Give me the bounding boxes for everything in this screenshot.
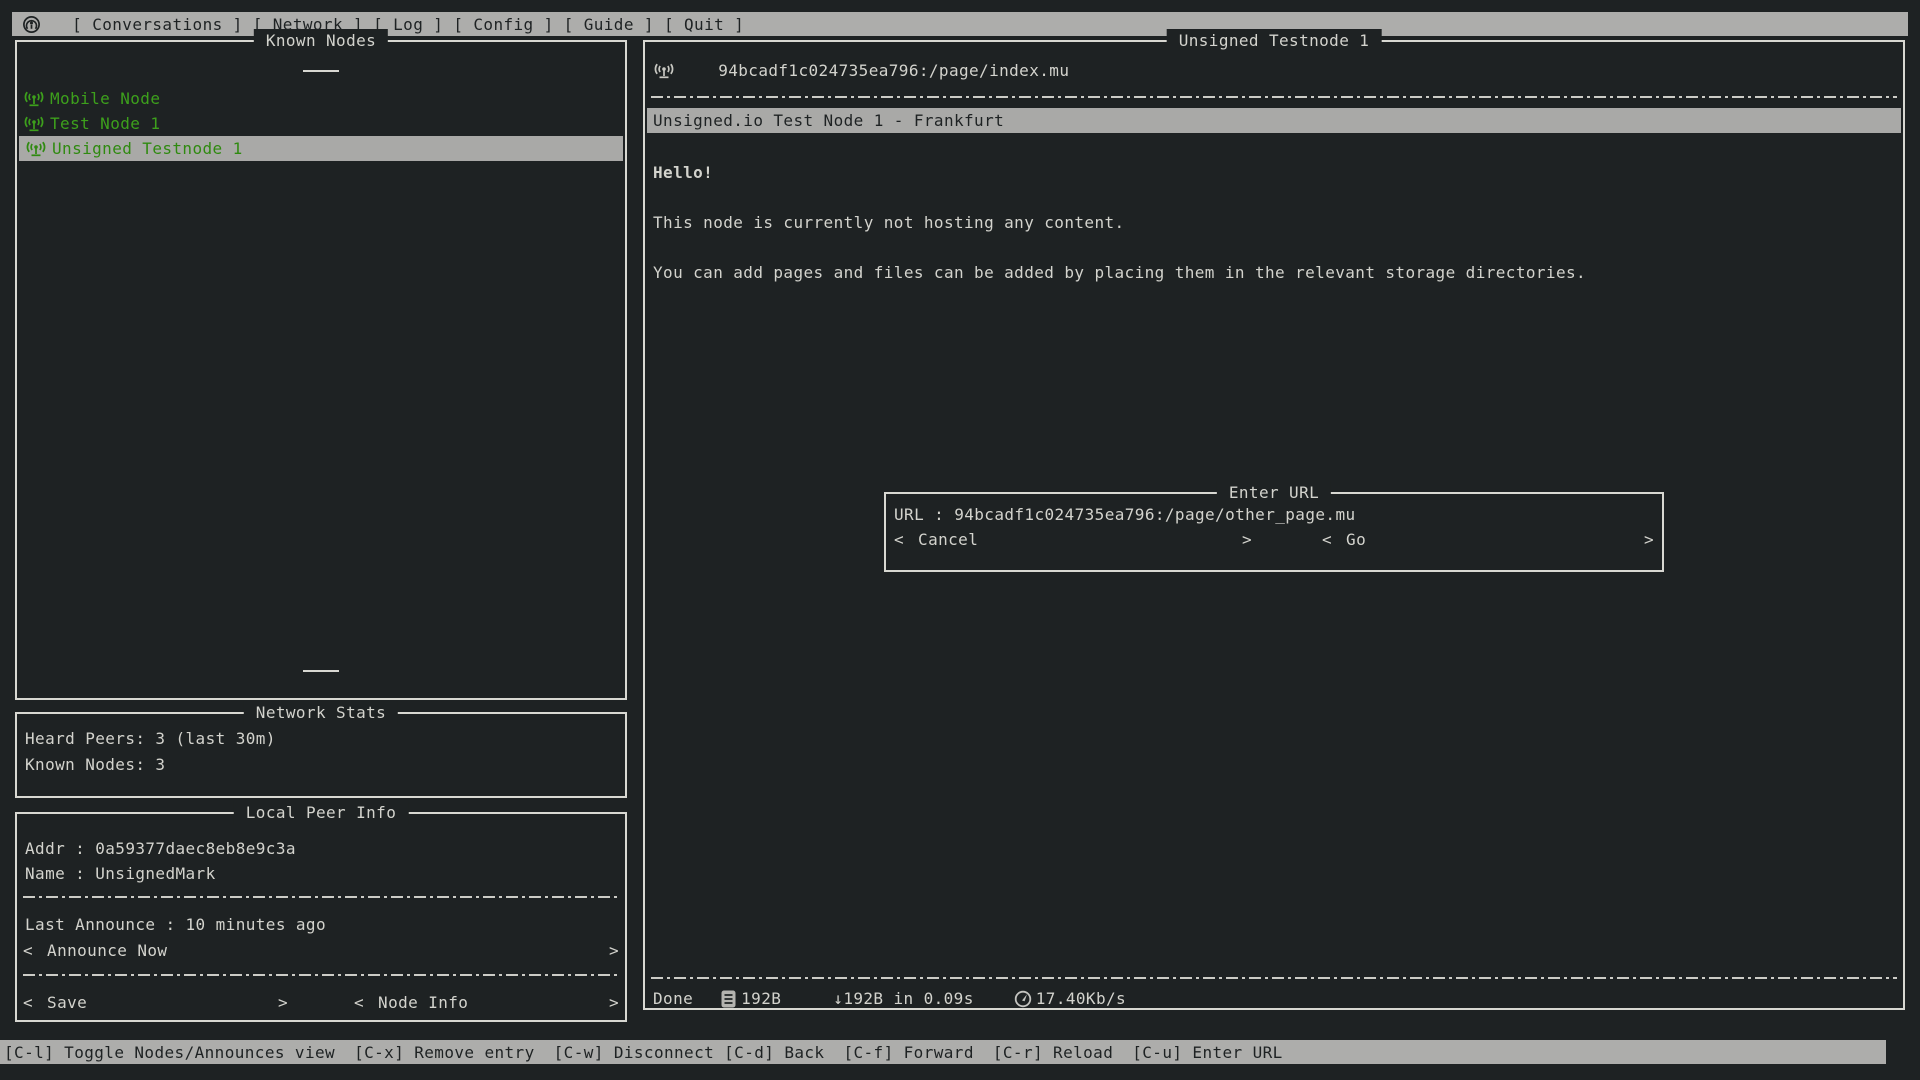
enter-url-dialog: Enter URL URL : 94bcadf1c024735ea796:/pa… <box>884 492 1664 572</box>
announce-now-button[interactable]: <Announce Now > <box>23 938 619 963</box>
save-button[interactable]: <Save > <box>23 990 288 1015</box>
network-stats-title: Network Stats <box>244 701 398 725</box>
button-left-bracket: < <box>23 941 33 960</box>
node-name: Test Node 1 <box>50 111 160 136</box>
cancel-button[interactable]: <Cancel > <box>894 527 1252 552</box>
node-list-item-selected[interactable]: Unsigned Testnode 1 <box>19 136 623 161</box>
button-left-bracket: < <box>1322 530 1332 549</box>
menu-item-conversations[interactable]: [ Conversations ] <box>72 15 243 34</box>
button-right-bracket: > <box>609 990 619 1015</box>
address-row: 94bcadf1c024735ea796:/page/index.mu <box>653 58 1903 83</box>
current-url[interactable]: 94bcadf1c024735ea796:/page/index.mu <box>718 58 1069 83</box>
button-left-bracket: < <box>23 993 33 1012</box>
node-list-item[interactable]: Mobile Node <box>17 86 625 111</box>
scroll-indicator-top <box>303 70 339 72</box>
local-peer-info-panel: Local Peer Info Addr : 0a59377daec8eb8e9… <box>15 812 627 1022</box>
button-right-bracket: > <box>1242 527 1252 552</box>
known-nodes-panel: Known Nodes Mobile Node <box>15 40 627 700</box>
url-input[interactable]: URL : 94bcadf1c024735ea796:/page/other_p… <box>894 502 1662 527</box>
node-antenna-icon <box>25 141 47 157</box>
peer-addr: Addr : 0a59377daec8eb8e9c3a <box>17 836 625 861</box>
node-browser-title: Unsigned Testnode 1 <box>1167 29 1382 53</box>
status-speed: 17.40Kb/s <box>1036 986 1126 1011</box>
node-info-button[interactable]: <Node Info > <box>354 990 619 1015</box>
button-right-bracket: > <box>1644 527 1654 552</box>
node-name: Unsigned Testnode 1 <box>52 136 243 161</box>
button-left-bracket: < <box>354 993 364 1012</box>
divider <box>23 896 619 898</box>
shortcut-toggle-view[interactable]: [C-l]Toggle Nodes/Announces view <box>4 1043 335 1062</box>
scroll-indicator-bottom <box>303 670 339 672</box>
local-peer-info-title: Local Peer Info <box>234 801 409 825</box>
shortcut-enter-url[interactable]: [C-u]Enter URL <box>1132 1043 1282 1062</box>
divider <box>651 96 1897 98</box>
shortcut-forward[interactable]: [C-f]Forward <box>843 1043 973 1062</box>
shortcut-back[interactable]: [C-d]Back <box>724 1043 824 1062</box>
menu-item-config[interactable]: [ Config ] <box>453 15 553 34</box>
page-text-line: You can add pages and files can be added… <box>653 260 1903 285</box>
page-header-bar: Unsigned.io Test Node 1 - Frankfurt <box>647 108 1901 133</box>
node-browser-panel: Unsigned Testnode 1 94bcadf1c024735ea796… <box>643 40 1905 1010</box>
peer-name: Name : UnsignedMark <box>17 861 625 886</box>
node-antenna-icon <box>23 116 45 132</box>
menu-item-guide[interactable]: [ Guide ] <box>564 15 654 34</box>
node-name: Mobile Node <box>50 86 160 111</box>
speed-gauge-icon <box>1014 990 1032 1008</box>
shortcut-remove-entry[interactable]: [C-x]Remove entry <box>354 1043 535 1062</box>
button-right-bracket: > <box>278 990 288 1015</box>
button-left-bracket: < <box>894 530 904 549</box>
status-transfer: ↓192B in 0.09s <box>833 986 973 1011</box>
known-nodes-stat: Known Nodes: 3 <box>17 752 625 777</box>
go-button[interactable]: <Go > <box>1322 527 1654 552</box>
page-text-line: This node is currently not hosting any c… <box>653 210 1903 235</box>
divider <box>651 977 1897 979</box>
shortcut-reload[interactable]: [C-r]Reload <box>993 1043 1113 1062</box>
node-list-item[interactable]: Test Node 1 <box>17 111 625 136</box>
button-right-bracket: > <box>609 938 619 963</box>
node-antenna-icon <box>23 91 45 107</box>
divider <box>23 974 619 976</box>
page-greeting: Hello! <box>653 160 1903 185</box>
known-nodes-title: Known Nodes <box>254 29 388 53</box>
transfer-status-bar: Done 192B ↓192B in 0.09s 17.40Kb/s <box>653 986 1903 1011</box>
status-size: 192B <box>741 986 781 1011</box>
last-announce: Last Announce : 10 minutes ago <box>17 912 625 937</box>
heard-peers-stat: Heard Peers: 3 (last 30m) <box>17 726 625 751</box>
shortcut-bar: [C-l]Toggle Nodes/Announces view [C-x]Re… <box>0 1040 1886 1064</box>
file-size-icon <box>721 990 736 1008</box>
shortcut-disconnect[interactable]: [C-w]Disconnect <box>554 1043 715 1062</box>
status-state: Done <box>653 986 693 1011</box>
network-stats-panel: Network Stats Heard Peers: 3 (last 30m) … <box>15 712 627 798</box>
